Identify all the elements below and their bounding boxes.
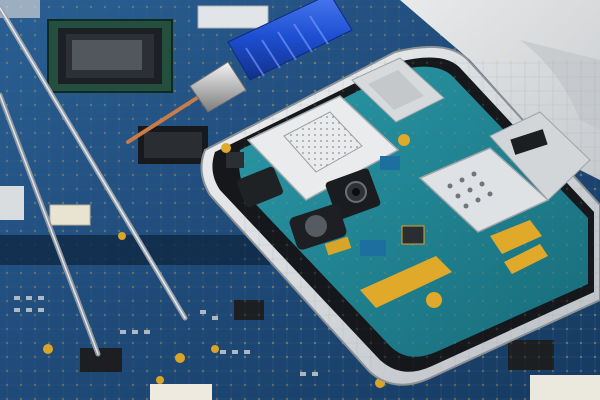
- controller-chip: [138, 126, 208, 164]
- cpu-chip: [47, 19, 173, 93]
- photo-canvas: [0, 0, 600, 400]
- smartphone: [200, 45, 600, 386]
- repair-photo: [0, 0, 600, 400]
